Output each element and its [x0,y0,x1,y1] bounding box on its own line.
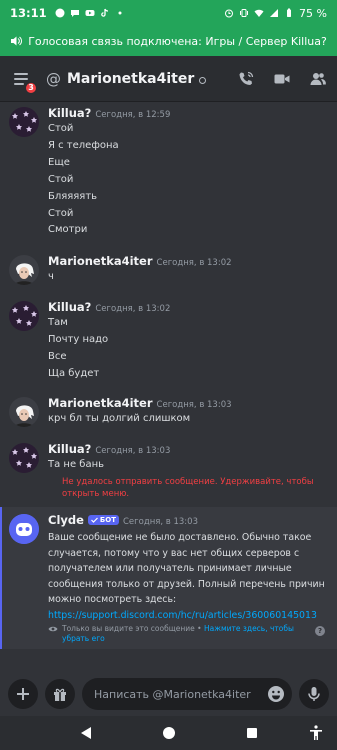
signal-icon [270,9,279,17]
author-name[interactable]: Killua? Сегодня, в 13:02 [48,300,170,314]
dm-header: 3 @ Marionetka4iter [0,56,337,102]
message-text: Стой [48,174,74,185]
message-text: Стой [48,123,74,134]
message-text: Все [48,351,67,362]
voice-banner-text: Голосовая связь подключена: Игры / Серве… [28,34,327,48]
author-name[interactable]: Clyde БОТ Сегодня, в 13:03 [48,513,198,527]
accessibility-icon[interactable] [309,725,323,741]
message-timestamp: Сегодня, в 13:03 [122,517,198,527]
video-call-icon[interactable] [273,70,291,88]
clyde-message-text: Ваше сообщение не было доставлено. Обычн… [48,532,325,621]
avatar[interactable] [9,255,39,285]
avatar[interactable] [9,397,39,427]
message-text: Я с телефона [48,140,119,151]
microphone-icon [308,687,320,701]
unread-badge: 3 [25,81,37,94]
send-error-text[interactable]: Не удалось отправить сообщение. Удержива… [62,476,322,500]
messenger-icon [55,8,65,18]
author-name[interactable]: Marionetka4iter Сегодня, в 13:03 [48,396,232,410]
battery-icon [287,8,292,17]
message-input-placeholder: Написать @Marionetka4iter [94,687,251,701]
message-text: Смотри [48,224,88,235]
add-attachment-button[interactable] [8,679,38,709]
status-bar: 13:11 75 % [0,0,337,26]
bot-tag: БОТ [87,515,119,525]
message-list[interactable]: Killua? Сегодня, в 12:59 Стой Я с телефон… [0,102,337,672]
members-icon[interactable] [309,70,327,88]
avatar[interactable] [9,301,39,331]
message-text: Та не бань [48,459,105,470]
avatar[interactable] [9,443,39,473]
message-text: Еще [48,157,70,168]
gift-icon [54,688,66,701]
clyde-avatar[interactable] [9,514,39,544]
message-timestamp: Сегодня, в 13:02 [156,258,232,268]
message-text: ч [48,271,54,282]
author-name[interactable]: Killua? Сегодня, в 12:59 [48,106,170,120]
voice-connected-banner[interactable]: Голосовая связь подключена: Игры / Серве… [0,26,337,56]
message-text: Там [48,317,68,328]
message-text: Почту надо [48,334,109,345]
back-icon[interactable] [80,726,92,740]
message-input[interactable]: Написать @Marionetka4iter [82,678,292,710]
message-timestamp: Сегодня, в 13:02 [95,304,171,314]
author-name[interactable]: Killua? Сегодня, в 13:03 [48,442,170,456]
speaker-icon [11,36,23,46]
message-composer: Написать @Marionetka4iter [0,672,337,716]
help-icon[interactable]: ? [315,626,325,636]
message-timestamp: Сегодня, в 13:03 [95,446,171,456]
clock: 13:11 [10,6,47,20]
youtube-icon [85,10,95,16]
voice-call-icon[interactable] [237,70,255,88]
gift-button[interactable] [45,679,75,709]
message-text: крч бл ты долгий слишком [48,413,191,424]
recents-icon[interactable] [246,727,258,739]
ephemeral-note: Только вы видите это сообщение • Нажмите… [48,624,318,644]
emoji-icon[interactable] [267,685,285,703]
system-nav-bar [0,716,337,750]
vibrate-icon [240,9,249,17]
message-text: Бляяяять [48,191,98,202]
checkmark-icon [90,517,98,523]
page-title[interactable]: Marionetka4iter [67,71,194,87]
tiktok-icon [100,8,108,17]
support-link[interactable]: https://support.discord.com/hc/ru/articl… [48,610,317,621]
alarm-icon [225,9,234,18]
at-icon: @ [46,69,61,88]
chat-icon [70,10,79,17]
dot-icon [118,11,122,15]
home-icon[interactable] [162,726,176,740]
message-timestamp: Сегодня, в 12:59 [95,110,171,120]
message-text: Стой [48,208,74,219]
eye-icon [48,626,58,632]
wifi-icon [254,9,264,17]
avatar[interactable] [9,107,39,137]
battery-level: 75 % [299,6,327,20]
message-text: Ща будет [48,368,100,379]
plus-icon [17,688,29,700]
author-name[interactable]: Marionetka4iter Сегодня, в 13:02 [48,254,232,268]
message-timestamp: Сегодня, в 13:03 [156,400,232,410]
voice-message-button[interactable] [299,679,329,709]
offline-status-icon [199,76,207,84]
menu-button[interactable]: 3 [10,68,37,94]
